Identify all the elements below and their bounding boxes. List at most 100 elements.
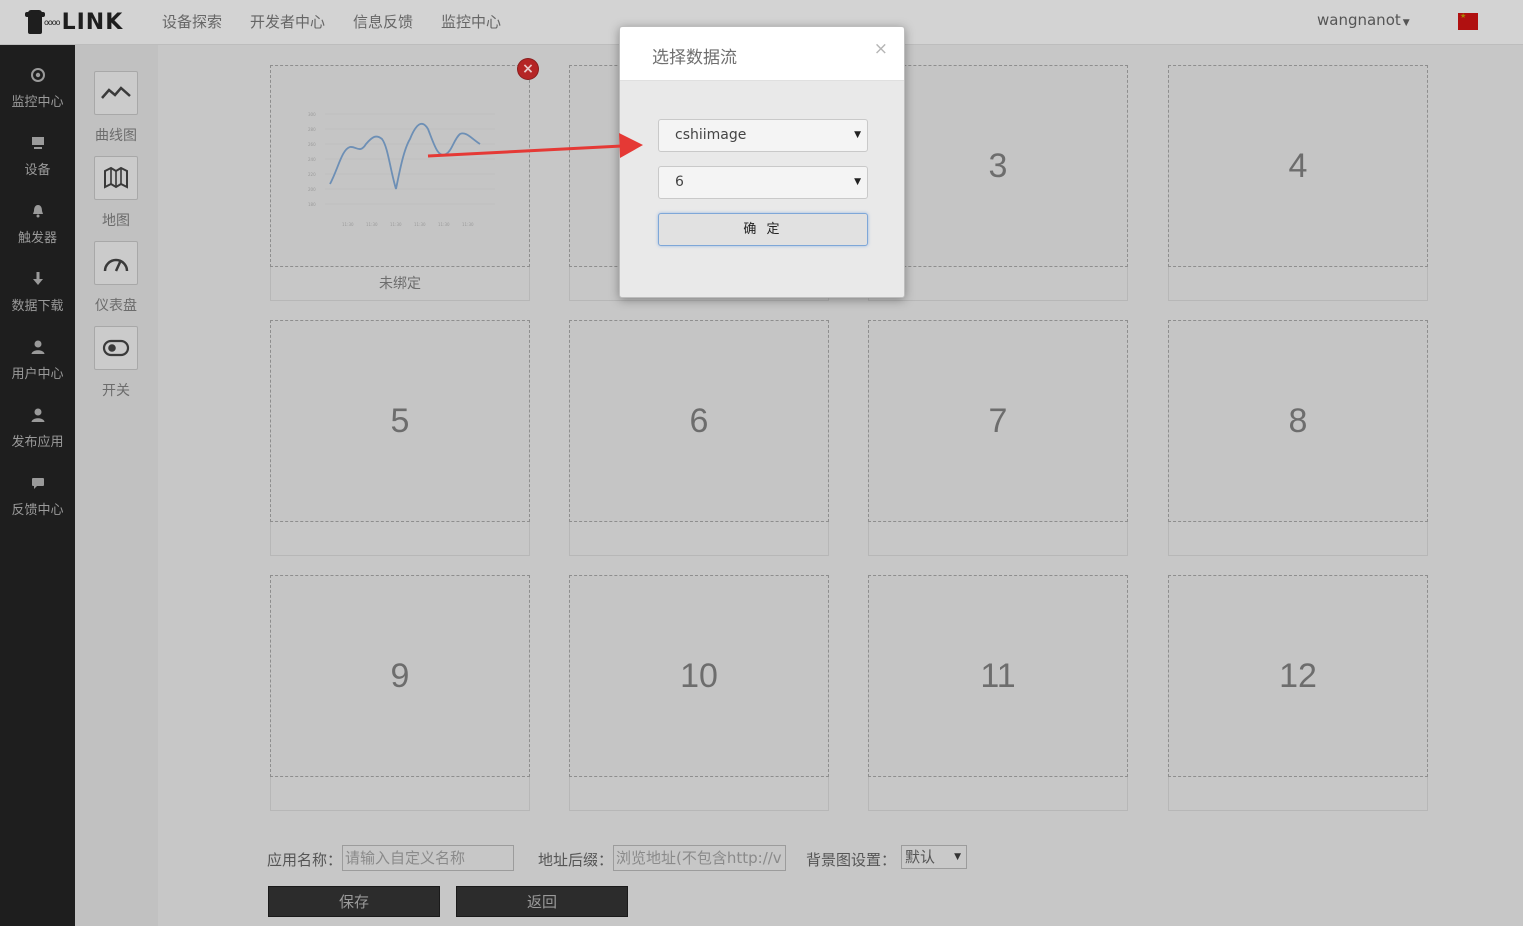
- cell-frame[interactable]: 11: [868, 575, 1128, 777]
- confirm-button[interactable]: 确 定: [658, 213, 868, 246]
- svg-text:220: 220: [308, 172, 316, 177]
- grid-cell-7[interactable]: 7: [868, 320, 1128, 556]
- suffix-input[interactable]: 浏览地址(不包含http://v: [613, 845, 786, 871]
- cell-caption: [1168, 522, 1428, 556]
- background-select[interactable]: 默认 ▼: [901, 845, 967, 869]
- grid-cell-10[interactable]: 10: [569, 575, 829, 811]
- grid-cell-8[interactable]: 8: [1168, 320, 1428, 556]
- caret-down-icon: ▼: [954, 852, 961, 862]
- cell-frame[interactable]: 6: [569, 320, 829, 522]
- sidebar-item-label: 数据下载: [11, 299, 64, 314]
- sidebar-item-label: 反馈中心: [11, 503, 64, 518]
- cell-number: 6: [689, 401, 709, 440]
- back-button[interactable]: 返回: [456, 886, 628, 917]
- cell-number: 5: [390, 401, 410, 440]
- palette-item-line-chart[interactable]: 曲线图: [93, 71, 139, 145]
- cell-frame[interactable]: 7: [868, 320, 1128, 522]
- palette-label: 曲线图: [95, 128, 137, 144]
- cell-frame[interactable]: 5: [270, 320, 530, 522]
- grid-cell-4[interactable]: 4: [1168, 65, 1428, 301]
- logo-text: LINK: [61, 9, 124, 35]
- cell-chart-thumbnail: 300 280 260 240 220 200 180 11:30 11:30 11:30 11:…: [308, 112, 495, 227]
- logo[interactable]: oooo LINK: [25, 8, 124, 36]
- sidebar-item-trigger[interactable]: 触发器: [0, 203, 75, 246]
- sidebar-item-label: 用户中心: [11, 367, 64, 382]
- monitor-icon: [0, 135, 75, 155]
- sidebar-item-label: 设备: [24, 163, 51, 178]
- sidebar-item-download[interactable]: 数据下载: [0, 271, 75, 314]
- svg-text:200: 200: [308, 187, 316, 192]
- grid-cell-12[interactable]: 12: [1168, 575, 1428, 811]
- logo-icon: [25, 10, 45, 34]
- datastream-select[interactable]: cshiimage ▼: [658, 119, 868, 152]
- svg-text:11:30: 11:30: [414, 222, 426, 227]
- cell-frame[interactable]: 3: [868, 65, 1128, 267]
- index-select-value: 6: [675, 174, 684, 190]
- save-button[interactable]: 保存: [268, 886, 440, 917]
- palette-label: 开关: [102, 383, 130, 399]
- target-icon: [0, 67, 75, 87]
- cell-caption: [270, 777, 530, 811]
- svg-text:11:30: 11:30: [462, 222, 474, 227]
- grid-cell-1[interactable]: 300 280 260 240 220 200 180 11:30 11:30 11:30 11:…: [270, 59, 538, 301]
- background-select-value: 默认: [905, 848, 936, 866]
- nav-feedback[interactable]: 信息反馈: [353, 11, 413, 32]
- china-flag-icon[interactable]: [1458, 12, 1478, 30]
- palette-item-map[interactable]: 地图: [93, 156, 139, 230]
- cell-frame[interactable]: 300 280 260 240 220 200 180 11:30 11:30 11:30 11:…: [270, 65, 530, 267]
- svg-text:280: 280: [308, 127, 316, 132]
- sidebar-item-label: 监控中心: [11, 95, 64, 110]
- logo-dots: oooo: [44, 17, 61, 27]
- cell-number: 10: [680, 656, 718, 695]
- cell-caption: [1168, 267, 1428, 301]
- sidebar-item-user-center[interactable]: 用户中心: [0, 339, 75, 382]
- top-nav: 设备探索 开发者中心 信息反馈 监控中心: [162, 11, 501, 32]
- palette-item-gauge[interactable]: 仪表盘: [93, 241, 139, 315]
- widget-palette: 曲线图 地图 仪表盘 开关: [75, 45, 158, 926]
- delete-icon[interactable]: ×: [518, 59, 538, 79]
- bell-icon: [0, 203, 75, 223]
- svg-text:260: 260: [308, 142, 316, 147]
- cell-frame[interactable]: 4: [1168, 65, 1428, 267]
- grid-cell-9[interactable]: 9: [270, 575, 530, 811]
- svg-text:180: 180: [308, 202, 316, 207]
- sidebar-item-monitor[interactable]: 监控中心: [0, 67, 75, 110]
- cell-number: 9: [390, 656, 410, 695]
- grid-cell-5[interactable]: 5: [270, 320, 530, 556]
- cell-frame[interactable]: 9: [270, 575, 530, 777]
- app-name-input[interactable]: 请输入自定义名称: [342, 845, 514, 871]
- palette-item-switch[interactable]: 开关: [93, 326, 139, 400]
- close-icon[interactable]: ×: [874, 39, 888, 59]
- cell-frame[interactable]: 10: [569, 575, 829, 777]
- grid-cell-3[interactable]: 3: [868, 65, 1128, 301]
- nav-device-explore[interactable]: 设备探索: [162, 11, 222, 32]
- svg-text:240: 240: [308, 157, 316, 162]
- cell-caption: [270, 522, 530, 556]
- grid-cell-6[interactable]: 6: [569, 320, 829, 556]
- user-name: wangnanot: [1317, 11, 1401, 29]
- svg-text:11:30: 11:30: [438, 222, 450, 227]
- cell-number: 12: [1279, 656, 1317, 695]
- nav-developer-center[interactable]: 开发者中心: [250, 11, 325, 32]
- nav-monitor-center[interactable]: 监控中心: [441, 11, 501, 32]
- index-select[interactable]: 6 ▼: [658, 166, 868, 199]
- sidebar-item-device[interactable]: 设备: [0, 135, 75, 178]
- svg-text:300: 300: [308, 112, 316, 117]
- svg-text:11:30: 11:30: [366, 222, 378, 227]
- caret-down-icon: ▼: [854, 130, 861, 140]
- sidebar-item-publish[interactable]: 发布应用: [0, 407, 75, 450]
- sidebar-item-feedback[interactable]: 反馈中心: [0, 475, 75, 518]
- cell-frame[interactable]: 12: [1168, 575, 1428, 777]
- svg-text:11:30: 11:30: [390, 222, 402, 227]
- cell-caption: 未绑定: [270, 267, 530, 301]
- grid-cell-11[interactable]: 11: [868, 575, 1128, 811]
- sidebar-item-label: 触发器: [17, 231, 57, 246]
- cell-frame[interactable]: 8: [1168, 320, 1428, 522]
- map-icon: [94, 156, 138, 200]
- toggle-icon: [94, 326, 138, 370]
- user-menu[interactable]: wangnanot ▼: [1317, 11, 1410, 29]
- sidebar-item-label: 发布应用: [11, 435, 64, 450]
- comment-icon: [0, 475, 75, 495]
- cell-caption: [868, 522, 1128, 556]
- sidebar: 监控中心 设备 触发器 数据下载 用户中心 发布应用 反馈中心: [0, 45, 75, 926]
